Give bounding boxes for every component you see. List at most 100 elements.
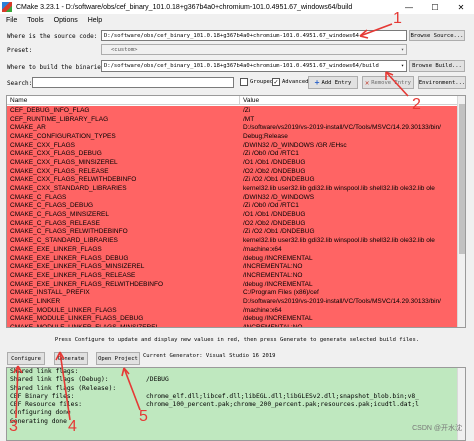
cache-entry-name[interactable]: CMAKE_MODULE_LINKER_FLAGS_DEBUG [7,315,240,324]
advanced-option[interactable]: ✓ Advanced [272,78,309,86]
cache-entry-value[interactable]: /INCREMENTAL:NO [240,262,459,271]
cache-entry-value[interactable]: /machine:x64 [240,306,459,315]
cache-entry-name[interactable]: CMAKE_EXE_LINKER_FLAGS_MINSIZEREL [7,262,240,271]
cache-entry-value[interactable]: /Zi /O2 /Ob1 /DNDEBUG [240,176,459,185]
table-row[interactable]: CMAKE_EXE_LINKER_FLAGS_MINSIZEREL/INCREM… [7,262,459,272]
cache-entry-value[interactable]: /O2 /Ob2 /DNDEBUG [240,167,459,176]
cache-entry-name[interactable]: CMAKE_C_FLAGS_RELWITHDEBINFO [7,228,240,237]
cache-entry-value[interactable]: /Zi /Ob0 /Od /RTC1 [240,149,459,158]
cache-entry-name[interactable]: CEF_RUNTIME_LIBRARY_FLAG [7,115,240,124]
cache-entry-name[interactable]: CMAKE_CXX_FLAGS_RELEASE [7,167,240,176]
table-row[interactable]: CMAKE_CXX_FLAGS_RELEASE/O2 /Ob2 /DNDEBUG [7,166,459,176]
cache-entry-name[interactable]: CMAKE_AR [7,123,240,132]
table-row[interactable]: CMAKE_C_FLAGS_MINSIZEREL/O1 /Ob1 /DNDEBU… [7,210,459,219]
cache-entry-value[interactable]: /O2 /Ob2 /DNDEBUG [240,219,459,228]
maximize-button[interactable]: ☐ [422,0,448,14]
cache-entry-value[interactable]: /DWIN32 /D_WINDOWS /GR /EHsc [240,141,459,150]
table-row[interactable]: CMAKE_CXX_FLAGS_MINSIZEREL/O1 /Ob1 /DNDE… [7,158,459,167]
cache-entry-name[interactable]: CMAKE_EXE_LINKER_FLAGS [7,245,240,254]
cache-entry-name[interactable]: CMAKE_CXX_FLAGS_DEBUG [7,149,240,158]
cache-entry-value[interactable]: /Zi /Ob0 /Od /RTC1 [240,202,459,211]
table-row[interactable]: CMAKE_EXE_LINKER_FLAGS_RELWITHDEBINFO/de… [7,279,459,289]
table-row[interactable]: CMAKE_EXE_LINKER_FLAGS_DEBUG/debug /INCR… [7,253,459,263]
search-input[interactable] [32,77,234,88]
cache-entry-value[interactable]: /O1 /Ob1 /DNDEBUG [240,158,459,167]
table-row[interactable]: CMAKE_C_FLAGS/DWIN32 /D_WINDOWS [7,192,459,202]
cache-entry-value[interactable]: D:/software/vs2019/vs-2019-install/VC/To… [240,297,459,306]
cache-entry-name[interactable]: CMAKE_LINKER [7,297,240,306]
cache-entry-value[interactable]: /O1 /Ob1 /DNDEBUG [240,210,459,219]
table-row[interactable]: CMAKE_AR D:/software/vs2019/vs-2019-insta… [7,123,459,133]
grouped-option[interactable]: Grouped [240,78,273,86]
table-row[interactable]: CMAKE_CXX_FLAGS/DWIN32 /D_WINDOWS /GR /E… [7,140,459,150]
cache-entry-name[interactable]: CEF_DEBUG_INFO_FLAG [7,106,240,115]
source-path-input[interactable]: D:/software/obs/cef_binary_101.0.18+g367… [101,30,407,41]
table-row[interactable]: CMAKE_EXE_LINKER_FLAGS/machine:x64 [7,245,459,254]
generate-button[interactable]: Generate [54,352,88,365]
cache-entry-value[interactable]: /debug /INCREMENTAL [240,254,459,263]
configure-button[interactable]: Configure [7,352,45,365]
table-row[interactable]: CMAKE_MODULE_LINKER_FLAGS_MINSIZEREL/INC… [7,323,459,327]
remove-entry-button[interactable]: ✕ Remove Entry [362,76,414,89]
scrollbar-thumb[interactable] [459,104,465,254]
table-row[interactable]: CMAKE_CXX_STANDARD_LIBRARIES kernel32.lib… [7,184,459,193]
menu-file[interactable]: File [6,17,17,24]
preset-dropdown[interactable]: <custom> ▾ [101,44,407,55]
cache-entry-name[interactable]: CMAKE_INSTALL_PREFIX [7,288,240,297]
table-row[interactable]: CMAKE_CXX_FLAGS_DEBUG/Zi /Ob0 /Od /RTC1 [7,149,459,159]
cache-entry-value[interactable]: /Zi /O2 /Ob1 /DNDEBUG [240,228,459,237]
cache-table[interactable]: Name Value CEF_DEBUG_INFO_FLAG/Zi CEF_RUN… [6,95,466,328]
table-row[interactable]: CMAKE_CXX_FLAGS_RELWITHDEBINFO/Zi /O2 /O… [7,175,459,185]
table-scrollbar[interactable] [457,96,465,327]
cache-entry-name[interactable]: CMAKE_C_FLAGS_MINSIZEREL [7,210,240,219]
cache-entry-value[interactable]: /INCREMENTAL:NO [240,271,459,280]
add-entry-button[interactable]: + Add Entry [308,76,358,89]
table-row[interactable]: CMAKE_MODULE_LINKER_FLAGS_DEBUG/debug /I… [7,314,459,324]
table-row[interactable]: CEF_RUNTIME_LIBRARY_FLAG/MT [7,114,459,124]
cache-entry-name[interactable]: CMAKE_EXE_LINKER_FLAGS_RELEASE [7,271,240,280]
cache-entry-name[interactable]: CMAKE_EXE_LINKER_FLAGS_RELWITHDEBINFO [7,280,240,289]
cache-entry-name[interactable]: CMAKE_EXE_LINKER_FLAGS_DEBUG [7,254,240,263]
cache-entry-name[interactable]: CMAKE_MODULE_LINKER_FLAGS_MINSIZEREL [7,323,240,327]
cache-entry-name[interactable]: CMAKE_CXX_FLAGS [7,141,240,150]
table-row[interactable]: CMAKE_C_FLAGS_DEBUG/Zi /Ob0 /Od /RTC1 [7,201,459,211]
cache-entry-name[interactable]: CMAKE_CXX_STANDARD_LIBRARIES [7,184,240,193]
table-row[interactable]: CMAKE_CONFIGURATION_TYPES Debug;Release [7,132,459,141]
cache-entry-name[interactable]: CMAKE_C_STANDARD_LIBRARIES [7,236,240,245]
cache-entry-name[interactable]: CMAKE_C_FLAGS_RELEASE [7,219,240,228]
cache-entry-value[interactable]: /Zi [240,106,459,115]
table-row[interactable]: CEF_DEBUG_INFO_FLAG/Zi [7,106,459,115]
cache-entry-value[interactable]: D:/software/vs2019/vs-2019-install/VC/To… [240,123,459,132]
table-row[interactable]: CMAKE_LINKER D:/software/vs2019/vs-2019-i… [7,297,459,306]
table-row[interactable]: CMAKE_C_FLAGS_RELWITHDEBINFO/Zi /O2 /Ob1… [7,227,459,237]
cache-entry-name[interactable]: CMAKE_MODULE_LINKER_FLAGS [7,306,240,315]
close-button[interactable]: ✕ [448,0,474,14]
cache-entry-value[interactable]: /machine:x64 [240,245,459,254]
table-row[interactable]: CMAKE_C_FLAGS_RELEASE/O2 /Ob2 /DNDEBUG [7,218,459,228]
cache-entry-value[interactable]: Debug;Release [240,132,459,141]
menu-options[interactable]: Options [54,17,78,24]
table-row[interactable]: CMAKE_C_STANDARD_LIBRARIES kernel32.lib u… [7,236,459,245]
cache-entry-value[interactable]: kernel32.lib user32.lib gdi32.lib winspo… [240,184,459,193]
cache-entry-name[interactable]: CMAKE_C_FLAGS [7,193,240,202]
cache-entry-name[interactable]: CMAKE_CONFIGURATION_TYPES [7,132,240,141]
table-row[interactable]: CMAKE_MODULE_LINKER_FLAGS/machine:x64 [7,305,459,315]
table-row[interactable]: CMAKE_INSTALL_PREFIX C:/Program Files (x8… [7,288,459,298]
cache-entry-value[interactable]: C:/Program Files (x86)/cef [240,288,459,297]
grouped-checkbox[interactable] [240,78,248,86]
cache-entry-value[interactable]: /debug /INCREMENTAL [240,315,459,324]
cache-entry-value[interactable]: /DWIN32 /D_WINDOWS [240,193,459,202]
menu-help[interactable]: Help [88,17,102,24]
column-header-name[interactable]: Name [7,96,240,104]
open-project-button[interactable]: Open Project [96,352,140,365]
column-header-value[interactable]: Value [240,96,459,104]
cache-entry-name[interactable]: CMAKE_CXX_FLAGS_RELWITHDEBINFO [7,176,240,185]
cache-entry-value[interactable]: kernel32.lib user32.lib gdi32.lib winspo… [240,236,459,245]
browse-build-button[interactable]: Browse Build... [409,60,465,72]
cache-entry-name[interactable]: CMAKE_CXX_FLAGS_MINSIZEREL [7,158,240,167]
cache-entry-value[interactable]: /INCREMENTAL:NO [240,323,459,327]
menu-tools[interactable]: Tools [27,17,43,24]
environment-button[interactable]: Environment... [418,76,466,89]
cache-entry-value[interactable]: /MT [240,115,459,124]
browse-source-button[interactable]: Browse Source... [409,30,465,41]
